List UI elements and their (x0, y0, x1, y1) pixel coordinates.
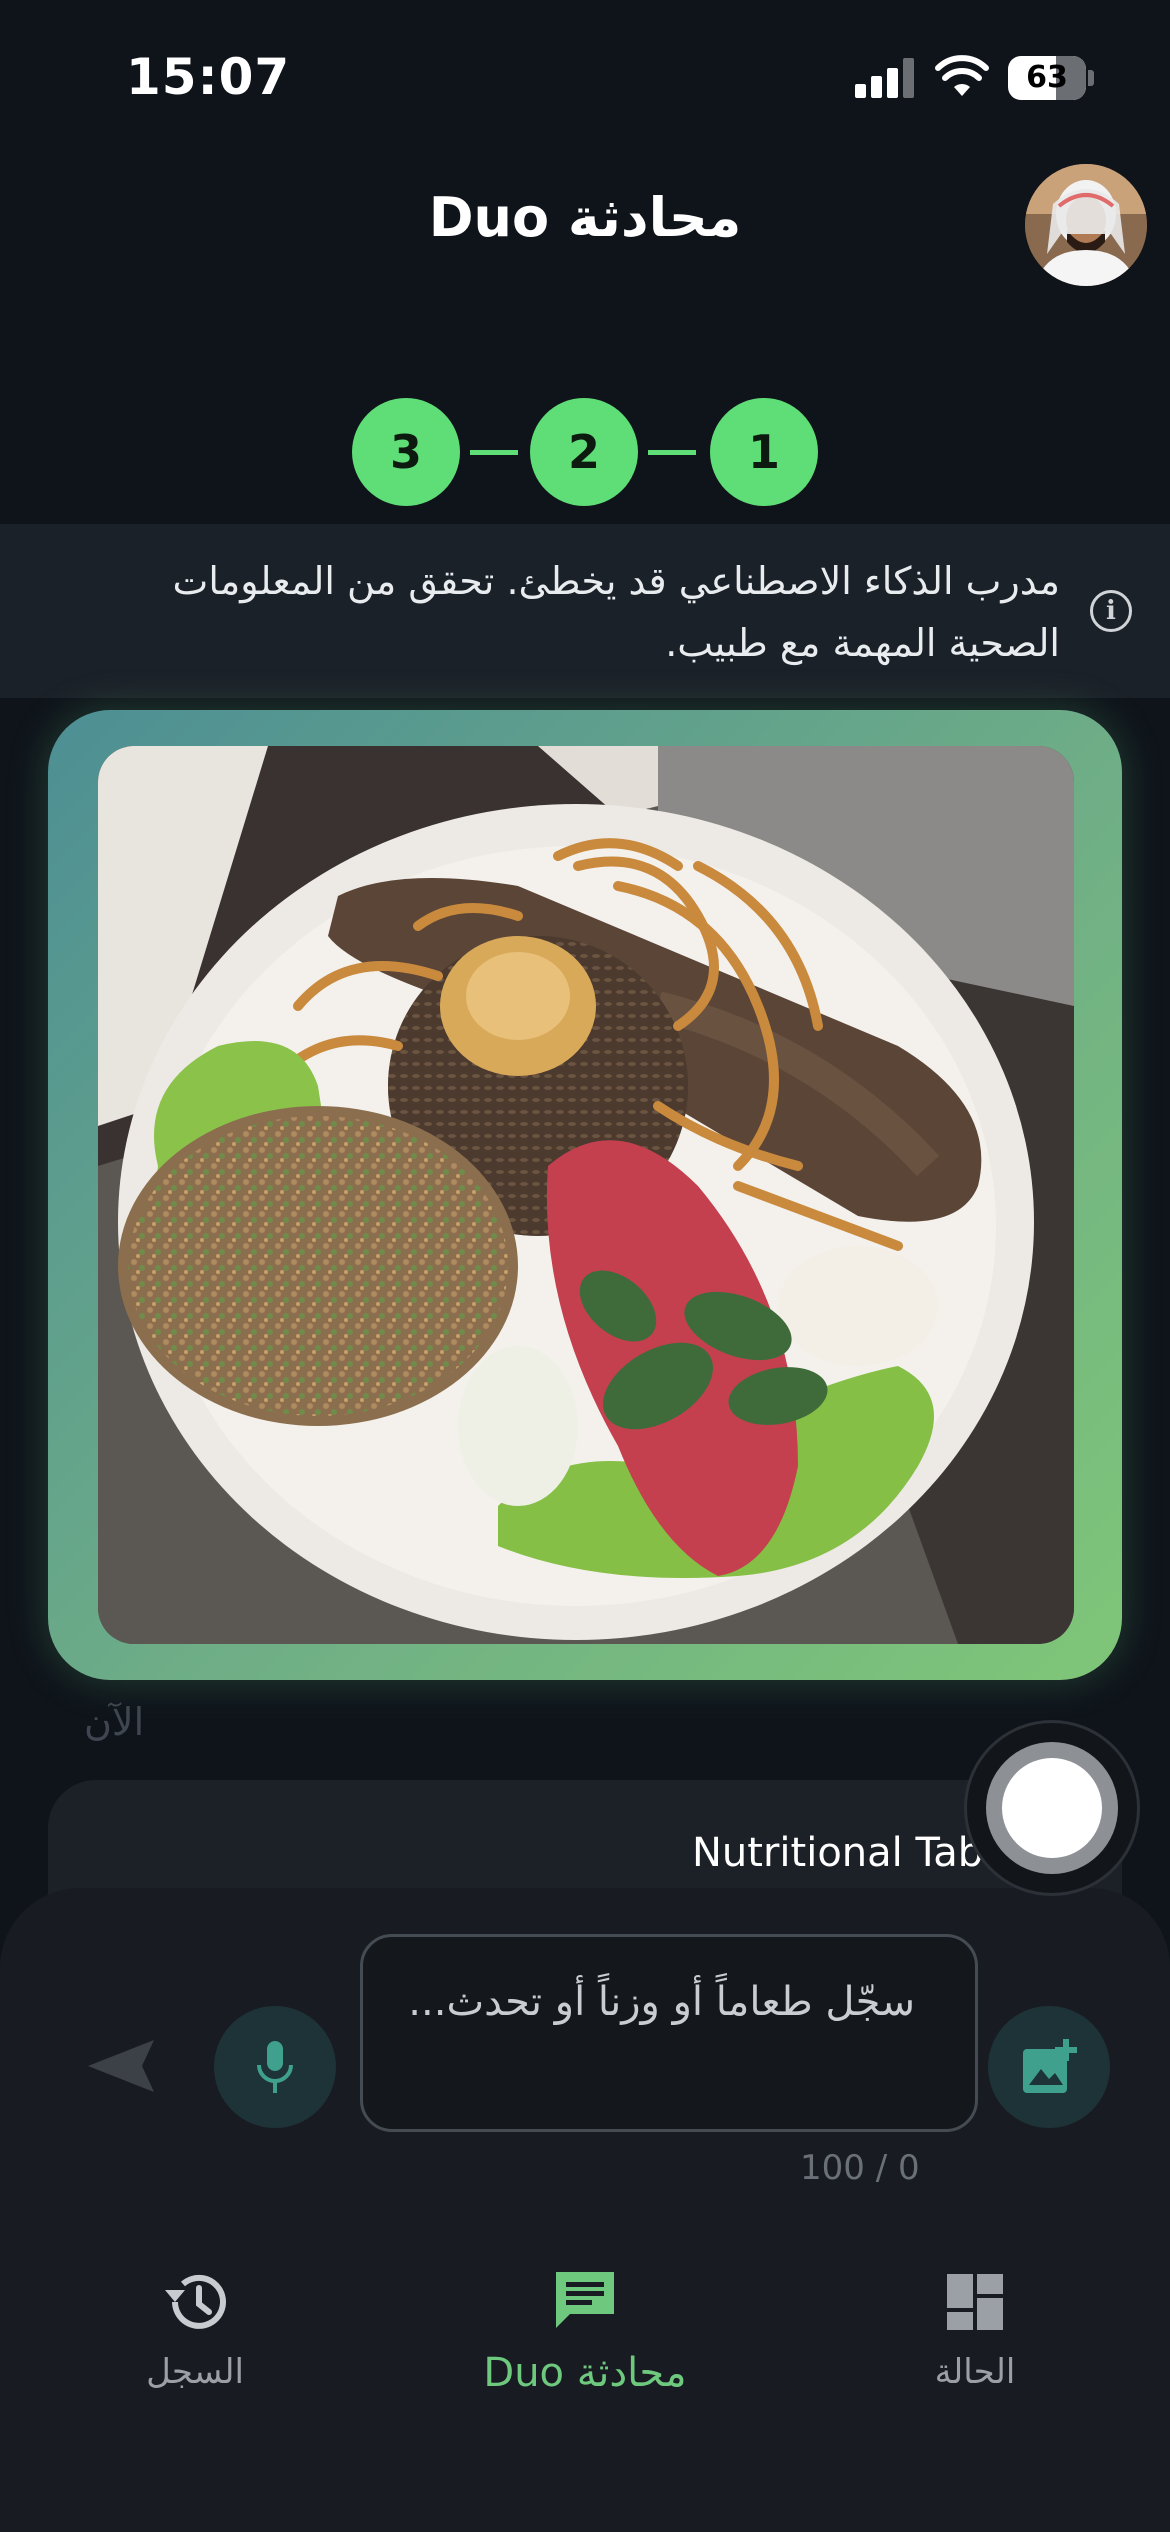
mic-icon (257, 2041, 293, 2093)
nav-history[interactable]: السجل (120, 2270, 270, 2392)
status-bar: 15:07 63 (0, 0, 1170, 150)
info-icon[interactable]: i (1090, 590, 1132, 632)
step-connector (648, 450, 696, 455)
dashboard-icon (947, 2274, 1003, 2330)
disclaimer-banner: مدرب الذكاء الاصطناعي قد يخطئ. تحقق من ا… (0, 524, 1170, 698)
char-count: 100 / 0 (800, 2148, 920, 2188)
add-image-button[interactable] (988, 2006, 1110, 2128)
chat-icon (556, 2272, 614, 2328)
mic-button[interactable] (214, 2006, 336, 2128)
history-icon (165, 2274, 226, 2329)
nav-status-label: الحالة (934, 2352, 1016, 2392)
nav-status[interactable]: الحالة (900, 2270, 1050, 2392)
image-add-icon (1023, 2039, 1077, 2093)
avatar[interactable] (1025, 164, 1147, 286)
food-photo[interactable] (98, 746, 1074, 1644)
signal-icon (855, 58, 915, 98)
wifi-icon (935, 55, 989, 96)
nav-chat-label: محادثة Duo (483, 2350, 687, 2396)
step-1: 1 (710, 398, 818, 506)
battery-level: 63 (1026, 60, 1068, 95)
disclaimer-text: مدرب الذكاء الاصطناعي قد يخطئ. تحقق من ا… (172, 559, 1060, 665)
status-time: 15:07 (126, 48, 291, 106)
battery-icon: 63 (1008, 56, 1094, 100)
nav-chat[interactable]: محادثة Duo (470, 2268, 700, 2396)
nav-history-label: السجل (146, 2352, 244, 2392)
message-timestamp: الآن (84, 1700, 145, 1744)
message-input-placeholder: سجّل طعاماً أو وزناً أو تحدث... (408, 1979, 915, 2025)
assistive-touch-button[interactable] (964, 1720, 1140, 1896)
step-2: 2 (530, 398, 638, 506)
page-title: محادثة Duo (428, 186, 742, 249)
message-text: Nutritional Tabl (692, 1830, 982, 1876)
step-3: 3 (352, 398, 460, 506)
step-connector (470, 450, 518, 455)
message-input[interactable]: سجّل طعاماً أو وزناً أو تحدث... (360, 1934, 978, 2132)
send-icon[interactable] (84, 2036, 156, 2096)
